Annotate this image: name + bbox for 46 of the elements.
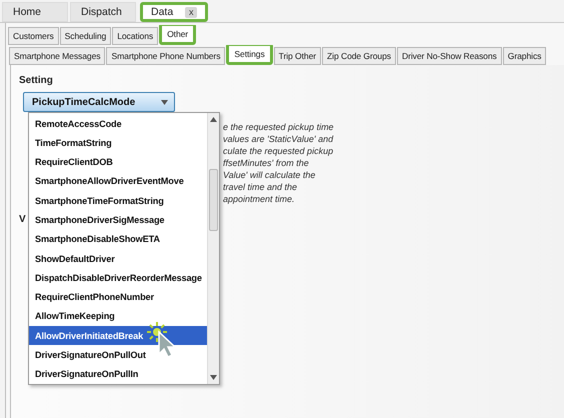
dropdown-option[interactable]: SmartphoneDriverSigMessage — [29, 210, 207, 230]
tab-label: Dispatch — [81, 6, 122, 18]
description-line: culate the requested pickup — [223, 145, 334, 157]
dropdown-option[interactable]: TimeFormatString — [29, 133, 207, 153]
field-label: V — [19, 214, 27, 225]
dropdown-option[interactable]: DriverSignatureOnPullOut — [29, 345, 207, 365]
setting-dropdown[interactable]: PickupTimeCalcMode — [23, 92, 175, 112]
tab-label: Home — [13, 6, 42, 18]
setting-label: Setting — [19, 75, 54, 87]
dropdown-option[interactable]: RequireClientDOB — [29, 152, 207, 172]
dropdown-option[interactable]: RemoteAccessCode — [29, 114, 207, 134]
settings-tab[interactable]: Smartphone Messages — [9, 47, 106, 65]
settings-tab[interactable]: Smartphone Phone Numbers — [106, 47, 226, 65]
scrollbar[interactable] — [207, 113, 219, 384]
description-line: values are 'StaticValue' and — [223, 133, 334, 145]
settings-tab[interactable]: Graphics — [502, 47, 546, 65]
main-tab[interactable]: Data x — [140, 2, 208, 22]
scroll-down-icon[interactable] — [210, 375, 217, 380]
section-tab[interactable]: Locations — [112, 27, 158, 45]
section-tab[interactable]: Scheduling — [60, 27, 112, 45]
main-tab[interactable]: Dispatch — [70, 2, 136, 22]
section-tab[interactable]: Customers — [8, 27, 59, 45]
main-tab[interactable]: Home — [2, 2, 68, 22]
description-line: e the requested pickup time — [223, 121, 335, 133]
settings-tab[interactable]: Settings — [226, 45, 273, 65]
dropdown-option[interactable]: DispatchDisableDriverReorderMessage — [29, 268, 207, 288]
dropdown-option[interactable]: RequireClientPhoneNumber — [29, 288, 207, 307]
description-line: Value' will calculate the — [223, 169, 316, 181]
dropdown-option[interactable]: SmartphoneTimeFormatString — [29, 191, 207, 210]
dropdown-option[interactable]: DriverSignatureOnPullIn — [29, 364, 207, 384]
description-line: travel time and the — [223, 181, 298, 193]
dropdown-option[interactable]: ShowDefaultDriver — [29, 248, 207, 268]
settings-tab[interactable]: Trip Other — [274, 47, 322, 65]
dropdown-option[interactable]: AllowTimeKeeping — [29, 306, 207, 326]
dropdown-option[interactable]: SmartphoneDisableShowETA — [29, 230, 207, 249]
section-tab[interactable]: Other — [159, 25, 196, 45]
dropdown-option[interactable]: SmartphoneAllowDriverEventMove — [29, 172, 207, 192]
description-line: ffsetMinutes' from the — [223, 157, 310, 169]
caret-icon — [161, 100, 168, 104]
settings-tab[interactable]: Zip Code Groups — [322, 47, 396, 65]
tab-label: Data — [151, 6, 174, 18]
close-button[interactable]: x — [185, 6, 198, 18]
settings-tab[interactable]: Driver No-Show Reasons — [396, 47, 502, 65]
scroll-up-icon[interactable] — [210, 117, 217, 122]
scrollbar-thumb[interactable] — [209, 169, 218, 231]
description-line: appointment time. — [223, 193, 296, 205]
